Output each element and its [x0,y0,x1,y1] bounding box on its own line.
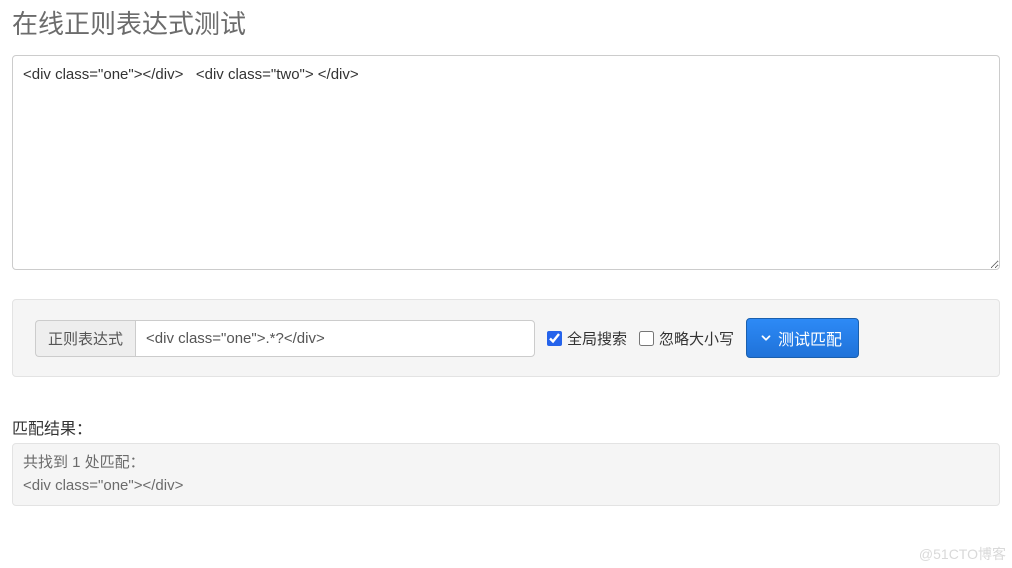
global-search-option[interactable]: 全局搜索 [547,328,627,349]
test-button-label: 测试匹配 [778,326,842,350]
results-match: <div class="one"></div> [23,477,183,494]
regex-input-group: 正则表达式 [35,320,535,357]
global-search-checkbox[interactable] [547,331,562,346]
test-match-button[interactable]: 测试匹配 [746,318,859,358]
regex-input[interactable] [135,320,535,357]
controls-panel: 正则表达式 全局搜索 忽略大小写 测试匹配 [12,299,1000,377]
page-title: 在线正则表达式测试 [12,4,1000,41]
watermark: @51CTO博客 [919,544,1006,564]
chevron-down-icon [759,331,773,345]
results-box: 共找到 1 处匹配： <div class="one"></div> [12,443,1000,506]
regex-label: 正则表达式 [35,320,135,357]
source-text-input[interactable]: <div class="one"></div> <div class="two"… [12,55,1000,270]
ignore-case-label: 忽略大小写 [659,328,734,349]
results-heading: 匹配结果： [12,415,1000,439]
results-section: 匹配结果： 共找到 1 处匹配： <div class="one"></div> [12,415,1000,506]
ignore-case-option[interactable]: 忽略大小写 [639,328,734,349]
global-search-label: 全局搜索 [567,328,627,349]
ignore-case-checkbox[interactable] [639,331,654,346]
results-summary: 共找到 1 处匹配： [23,454,145,471]
